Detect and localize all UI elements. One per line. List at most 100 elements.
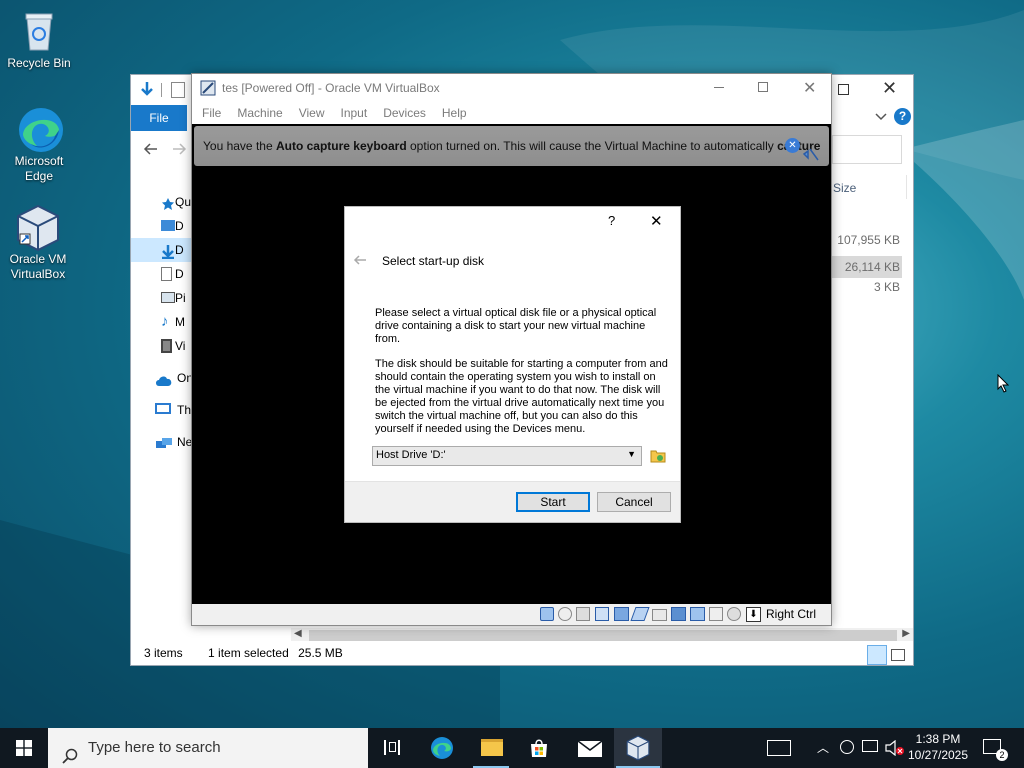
explorer-maximize-icon[interactable] [838, 84, 849, 95]
task-view-button[interactable] [368, 728, 416, 768]
virtualbox-icon [16, 204, 60, 252]
display-icon[interactable] [671, 607, 686, 621]
news-widget-icon[interactable] [767, 740, 791, 756]
pictures-icon [161, 292, 175, 303]
meet-now-icon[interactable] [840, 740, 854, 754]
sidebar-item-network[interactable]: Ne [131, 430, 193, 454]
windows-start-icon[interactable] [16, 740, 32, 759]
taskbar-search-box[interactable]: Type here to search [48, 728, 368, 768]
mouse-integration-icon[interactable] [727, 607, 741, 621]
hard-disk-icon[interactable] [540, 607, 554, 621]
start-button[interactable]: Start [516, 492, 590, 512]
desktop-icon-recycle-bin[interactable]: Recycle Bin [1, 8, 77, 71]
desktop-icon-virtualbox[interactable]: Oracle VM VirtualBox [0, 204, 76, 282]
back-arrow-icon[interactable] [353, 254, 367, 269]
menu-machine[interactable]: Machine [229, 102, 290, 124]
notifications-icon[interactable]: 2 [983, 739, 1008, 761]
volume-muted-icon[interactable] [885, 739, 905, 759]
sidebar-item-quick-access[interactable]: Qu [131, 190, 193, 214]
sidebar-item-videos[interactable]: Vi [131, 334, 193, 358]
taskbar: Type here to search ︿ 1:38 PM 10/27/2025 [0, 728, 1024, 768]
size-cell: 26,114 KB [844, 260, 900, 274]
keyboard-capture-icon[interactable]: ⬇ [746, 607, 761, 622]
menu-input[interactable]: Input [333, 102, 376, 124]
recycle-bin-icon [17, 8, 61, 52]
search-box[interactable] [832, 135, 902, 164]
status-item-count: 3 items [144, 646, 183, 660]
film-icon [161, 339, 172, 353]
virtualbox-icon [626, 735, 650, 764]
sidebar-item-onedrive[interactable]: On [131, 366, 193, 390]
back-arrow-icon[interactable] [143, 141, 159, 160]
large-icons-view-icon[interactable] [891, 649, 905, 661]
recording-icon[interactable] [690, 607, 705, 621]
details-view-icon[interactable] [867, 645, 887, 665]
taskbar-edge[interactable] [418, 728, 466, 768]
optical-disk-icon[interactable] [558, 607, 572, 621]
sidebar-item-downloads[interactable]: D [131, 238, 193, 262]
shared-folders-icon[interactable] [652, 609, 667, 621]
help-icon[interactable]: ? [894, 108, 911, 125]
network-adapter-icon[interactable] [614, 607, 629, 621]
edge-icon [430, 736, 454, 763]
taskbar-clock[interactable]: 1:38 PM 10/27/2025 [906, 731, 970, 763]
disk-select-combobox[interactable]: Host Drive 'D:' ▼ [372, 446, 642, 466]
scroll-right-arrow-icon[interactable]: ▶ [902, 628, 910, 639]
sidebar-item-pictures[interactable]: Pi [131, 286, 193, 310]
monitor-icon [155, 403, 171, 414]
sidebar-item-music[interactable]: ♪ M [131, 310, 193, 334]
taskbar-file-explorer[interactable] [467, 728, 515, 768]
clock-time: 1:38 PM [915, 732, 961, 746]
quick-access-down-icon[interactable] [139, 81, 155, 102]
taskbar-virtualbox[interactable] [614, 728, 662, 768]
forward-arrow-icon[interactable] [171, 141, 187, 160]
sidebar-item-this-pc[interactable]: Thi [131, 398, 193, 422]
menu-file[interactable]: File [194, 102, 229, 124]
column-divider [906, 175, 907, 199]
dialog-close-button[interactable]: ✕ [650, 212, 663, 230]
usb-icon[interactable] [630, 607, 650, 621]
document-icon [161, 267, 172, 281]
vm-close-icon[interactable]: ✕ [803, 78, 816, 98]
menu-devices[interactable]: Devices [375, 102, 434, 124]
vm-status-bar: ⬇ Right Ctrl [192, 604, 831, 625]
vm-window-title: tes [Powered Off] - Oracle VM VirtualBox [222, 81, 440, 95]
search-placeholder: Type here to search [88, 739, 221, 756]
explorer-file-tab[interactable]: File [131, 105, 187, 131]
properties-check-icon[interactable] [171, 82, 185, 98]
menu-help[interactable]: Help [434, 102, 475, 124]
cpu-icon[interactable] [709, 607, 723, 621]
network-status-icon[interactable] [862, 740, 878, 752]
desktop-icon-edge[interactable]: Microsoft Edge [1, 106, 77, 184]
chevron-down-icon: ▼ [627, 449, 636, 459]
vm-minimize-icon[interactable] [714, 87, 724, 88]
menu-view[interactable]: View [291, 102, 333, 124]
audio-icon[interactable] [595, 607, 609, 621]
floppy-icon[interactable] [576, 607, 590, 621]
vm-menu-bar: File Machine View Input Devices Help [192, 102, 831, 124]
music-note-icon: ♪ [161, 313, 169, 330]
disk-select-value: Host Drive 'D:' [376, 449, 446, 461]
size-column-header[interactable]: Size [833, 181, 856, 195]
vm-maximize-icon[interactable] [758, 82, 768, 92]
dialog-help-button[interactable]: ? [608, 213, 615, 228]
chevron-up-icon[interactable]: ︿ [817, 739, 829, 756]
sidebar-item-documents[interactable]: D [131, 262, 193, 286]
scroll-thumb[interactable] [309, 630, 897, 641]
notice-dont-show-icon[interactable] [802, 138, 819, 166]
scroll-left-arrow-icon[interactable]: ◀ [294, 628, 302, 639]
notice-close-icon[interactable]: ✕ [785, 138, 800, 153]
sidebar-item-desktop[interactable]: D [131, 214, 193, 238]
desktop-icon-label: Oracle VM VirtualBox [9, 252, 67, 281]
taskbar-mail[interactable] [565, 728, 613, 768]
ribbon-expand-icon[interactable] [875, 111, 887, 125]
explorer-close-icon[interactable]: ✕ [882, 78, 897, 99]
select-startup-disk-dialog: ? ✕ Select start-up disk Please select a… [344, 206, 681, 523]
task-view-icon [384, 740, 400, 755]
desktop-icon-label: Microsoft Edge [14, 154, 64, 183]
dialog-description: Please select a virtual optical disk fil… [375, 307, 657, 345]
cancel-button[interactable]: Cancel [597, 492, 671, 512]
host-key-label: Right Ctrl [766, 607, 817, 621]
choose-disk-file-icon[interactable] [650, 448, 667, 466]
taskbar-store[interactable] [515, 728, 563, 768]
